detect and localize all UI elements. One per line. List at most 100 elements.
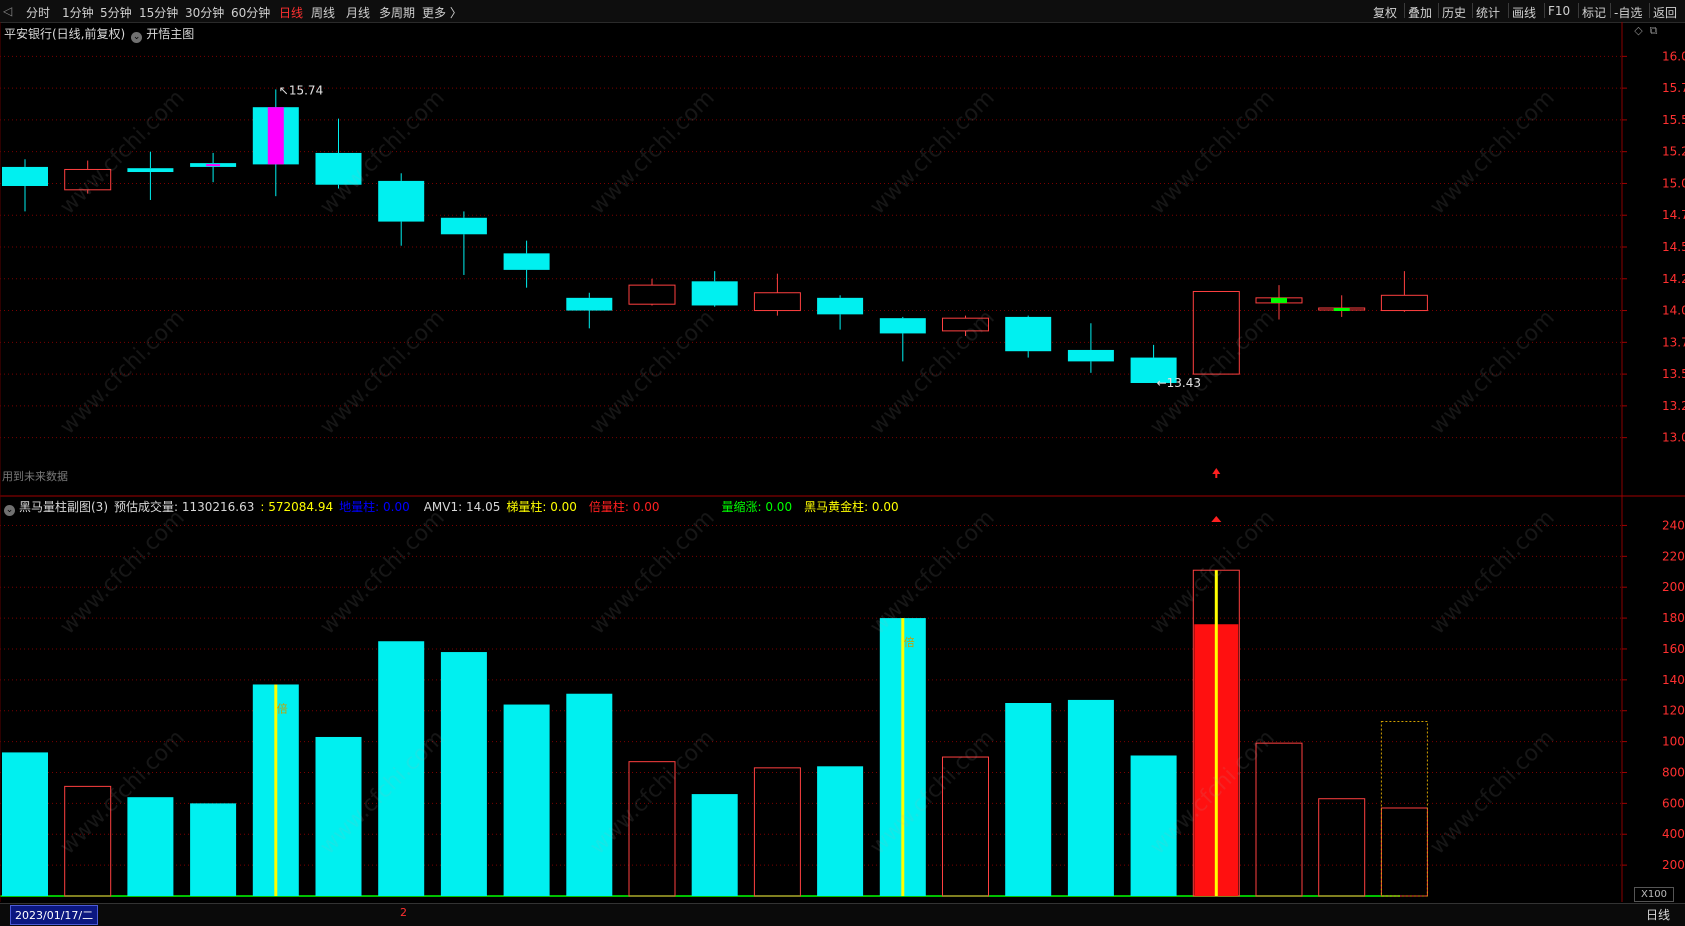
volume-bar bbox=[315, 736, 362, 896]
buy-arrow-icon bbox=[1212, 468, 1221, 474]
scale-label: X100 bbox=[1634, 887, 1674, 902]
volume-tick-label: 16000 bbox=[1662, 642, 1685, 656]
tool-button-5[interactable]: F10 bbox=[1548, 4, 1570, 18]
candle-body bbox=[1192, 290, 1240, 375]
candle-body bbox=[378, 180, 425, 222]
candle-body bbox=[753, 292, 801, 312]
main-chart-candles: ↖15.74 ←13.43 bbox=[2, 83, 1428, 478]
period-tab-9[interactable]: 多周期 bbox=[379, 4, 415, 21]
signal-arrow-icon bbox=[1211, 516, 1222, 522]
volume-bar bbox=[628, 761, 676, 897]
toolbar-divider bbox=[1649, 3, 1650, 18]
volume-bar bbox=[1318, 798, 1366, 897]
volume-bar bbox=[691, 794, 738, 896]
candle-body bbox=[1005, 316, 1052, 352]
tool-button-4[interactable]: 画线 bbox=[1512, 4, 1536, 21]
period-tab-3[interactable]: 15分钟 bbox=[139, 4, 178, 21]
candle-body bbox=[315, 152, 362, 185]
double-volume-label: 倍量柱: 0.00 bbox=[588, 500, 660, 514]
volume-bar bbox=[378, 641, 425, 896]
ladder-label: 梯量柱: 0.00 bbox=[506, 500, 577, 514]
back-arrow-icon[interactable]: ◁ bbox=[3, 4, 12, 18]
volume-bar bbox=[1130, 755, 1177, 896]
future-data-note: 用到未来数据 bbox=[2, 470, 68, 483]
toolbar-divider bbox=[1472, 3, 1473, 18]
sub-chart-title: ⌄ 黑马量柱副图(3) 预估成交量: 1130216.63: 572084.94 地量… bbox=[4, 498, 905, 516]
period-tab-1[interactable]: 1分钟 bbox=[62, 4, 94, 21]
candle-body bbox=[691, 281, 738, 306]
price-tick-label: 13.00 bbox=[1662, 431, 1685, 445]
price-tick-label: 13.25 bbox=[1662, 399, 1685, 413]
period-tab-8[interactable]: 月线 bbox=[346, 4, 370, 21]
volume-bar bbox=[440, 652, 487, 896]
volume-bar bbox=[566, 693, 613, 896]
volume-bar bbox=[1255, 742, 1303, 897]
low-price-label: ←13.43 bbox=[1157, 376, 1201, 390]
toolbar-divider bbox=[1544, 3, 1545, 18]
price-tick-label: 13.75 bbox=[1662, 335, 1685, 349]
value2-label: : 572084.94 bbox=[260, 500, 334, 514]
est-volume-label: 预估成交量: 1130216.63 bbox=[114, 500, 255, 514]
price-tick-label: 16.00 bbox=[1662, 49, 1685, 63]
price-tick-label: 14.00 bbox=[1662, 304, 1685, 318]
period-tab-10[interactable]: 更多 〉 bbox=[422, 4, 462, 21]
double-volume-marker: 倍 bbox=[277, 701, 288, 715]
chart-canvas: ↖15.74←13.43 倍倍 16.0015.7515.5015.2515.0… bbox=[0, 22, 1685, 902]
volume-tick-label: 2000 bbox=[1662, 858, 1685, 872]
volume-bar bbox=[942, 756, 989, 897]
period-tab-4[interactable]: 30分钟 bbox=[185, 4, 224, 21]
estimated-volume-bar bbox=[1380, 721, 1428, 897]
amv-label: AMV1: 14.05 bbox=[423, 500, 501, 514]
candle-body bbox=[817, 297, 864, 315]
volume-tick-label: 18000 bbox=[1662, 611, 1685, 625]
period-tab-7[interactable]: 周线 bbox=[311, 4, 335, 21]
volume-bar bbox=[1005, 703, 1052, 896]
period-tab-6[interactable]: 日线 bbox=[279, 4, 303, 21]
price-tick-label: 14.75 bbox=[1662, 208, 1685, 222]
period-tab-5[interactable]: 60分钟 bbox=[231, 4, 270, 21]
period-tab-2[interactable]: 5分钟 bbox=[100, 4, 132, 21]
candle-inner-mark bbox=[1271, 297, 1287, 303]
tool-button-6[interactable]: 标记 bbox=[1582, 4, 1606, 21]
volume-tick-label: 10000 bbox=[1662, 735, 1685, 749]
volume-tick-label: 20000 bbox=[1662, 580, 1685, 594]
sub-chart-name[interactable]: 黑马量柱副图(3) bbox=[19, 500, 108, 514]
candle-body bbox=[2, 166, 48, 186]
tool-button-1[interactable]: 叠加 bbox=[1408, 4, 1432, 21]
volume-bar bbox=[1067, 699, 1114, 896]
toolbar-divider bbox=[1508, 3, 1509, 18]
price-tick-label: 15.50 bbox=[1662, 113, 1685, 127]
candle-inner-mark bbox=[206, 164, 221, 167]
candle-body bbox=[1380, 294, 1428, 312]
period-tab-0[interactable]: 分时 bbox=[26, 4, 50, 21]
tool-button-0[interactable]: 复权 bbox=[1373, 4, 1397, 21]
tool-button-2[interactable]: 历史 bbox=[1442, 4, 1466, 21]
toolbar-divider bbox=[1438, 3, 1439, 18]
candle-body bbox=[440, 217, 487, 235]
tool-button-7[interactable]: -自选 bbox=[1614, 4, 1642, 21]
price-tick-label: 14.25 bbox=[1662, 272, 1685, 286]
double-volume-marker: 倍 bbox=[904, 635, 915, 649]
price-tick-label: 15.75 bbox=[1662, 81, 1685, 95]
date-cursor: 2023/01/17/二 bbox=[10, 905, 99, 925]
gold-bar-label: 黑马黄金柱: 0.00 bbox=[804, 500, 899, 514]
candle-body bbox=[1067, 349, 1114, 362]
volume-bar bbox=[817, 766, 864, 896]
main-chart-grid bbox=[0, 55, 1622, 439]
shrink-rise-label: 量缩涨: 0.00 bbox=[721, 500, 793, 514]
volume-tick-label: 4000 bbox=[1662, 827, 1685, 841]
high-price-label: ↖15.74 bbox=[279, 83, 323, 97]
page-number: 2 bbox=[400, 906, 407, 919]
toolbar-divider bbox=[1404, 3, 1405, 18]
chevron-down-icon[interactable]: ⌄ bbox=[4, 505, 15, 516]
candle-body bbox=[942, 317, 989, 332]
candle-body bbox=[503, 253, 550, 270]
volume-bar bbox=[503, 704, 550, 896]
volume-bar bbox=[190, 803, 237, 896]
tool-button-3[interactable]: 统计 bbox=[1476, 4, 1500, 21]
volume-bar bbox=[1380, 807, 1428, 897]
toolbar-divider bbox=[1610, 3, 1611, 18]
volume-tick-label: 24000 bbox=[1662, 518, 1685, 532]
volume-tick-label: 6000 bbox=[1662, 796, 1685, 810]
tool-button-8[interactable]: 返回 bbox=[1653, 4, 1677, 21]
